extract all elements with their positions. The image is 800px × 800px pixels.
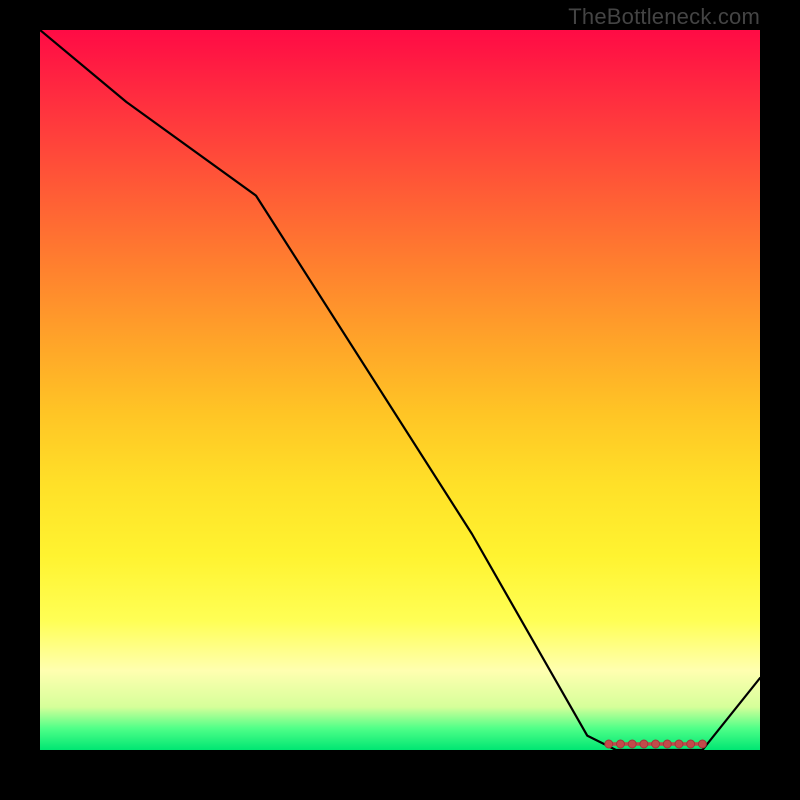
attribution-text: TheBottleneck.com <box>568 4 760 30</box>
marker-dot <box>698 740 706 748</box>
bottleneck-curve <box>40 30 760 750</box>
marker-dot <box>605 740 613 748</box>
marker-dot <box>652 740 660 748</box>
marker-group <box>605 740 707 748</box>
chart-frame: TheBottleneck.com <box>0 0 800 800</box>
marker-dot <box>628 740 636 748</box>
marker-dot <box>617 740 625 748</box>
marker-dot <box>640 740 648 748</box>
marker-dot <box>687 740 695 748</box>
marker-dot <box>663 740 671 748</box>
marker-dot <box>675 740 683 748</box>
plot-area <box>40 30 760 750</box>
chart-overlay <box>40 30 760 750</box>
